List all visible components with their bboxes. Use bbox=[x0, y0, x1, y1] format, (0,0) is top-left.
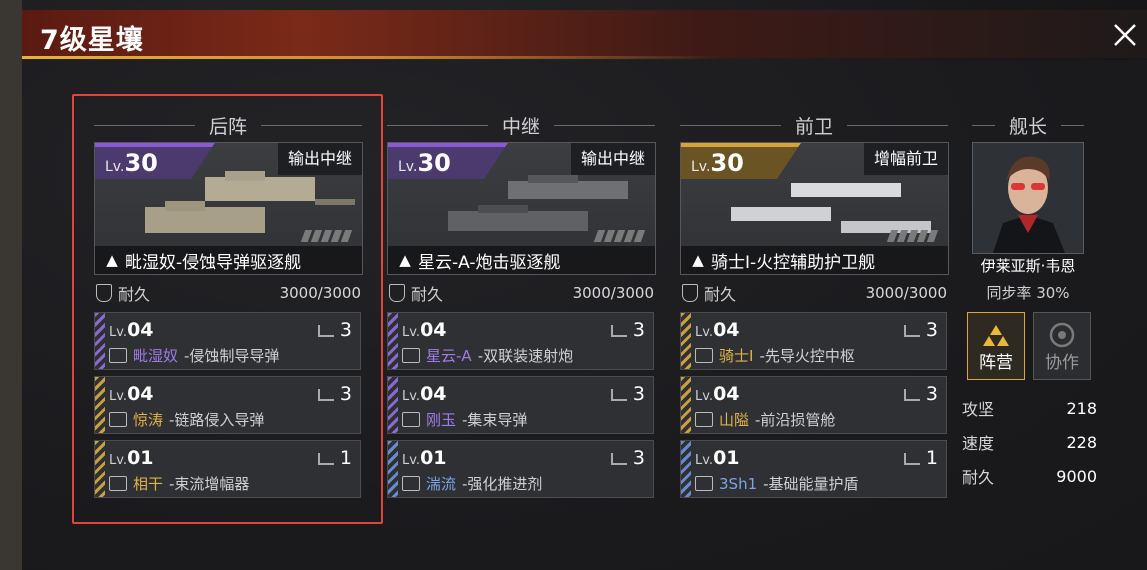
durability-label: 耐久 bbox=[411, 285, 444, 304]
module-slot[interactable]: Lv.01 3 湍流 -强化推进剂 bbox=[387, 440, 654, 498]
ship-card[interactable]: Lv.30 输出中继 ▲ 星云-A-炮击驱逐舰 bbox=[387, 142, 656, 275]
shield-icon bbox=[389, 284, 405, 302]
module-level: Lv.04 bbox=[695, 383, 740, 405]
durability-row: 耐久 3000/3000 bbox=[680, 282, 947, 304]
close-button[interactable] bbox=[1110, 20, 1140, 50]
module-level: Lv.01 bbox=[402, 447, 447, 469]
selection-highlight bbox=[72, 94, 383, 524]
rarity-stripe bbox=[681, 441, 691, 497]
rank-icon: ▲ bbox=[692, 251, 704, 269]
stat-value: 9000 bbox=[1056, 466, 1097, 486]
column-header-relay: 中继 bbox=[387, 114, 656, 138]
module-count: 1 bbox=[903, 447, 938, 469]
signal-icon bbox=[610, 389, 627, 401]
module-icon bbox=[695, 476, 713, 491]
module-count: 3 bbox=[903, 383, 938, 405]
column-header-captain: 舰长 bbox=[972, 114, 1085, 138]
module-level: Lv.04 bbox=[402, 383, 447, 405]
rarity-stripe bbox=[388, 313, 398, 369]
column-title: 前卫 bbox=[795, 115, 834, 138]
module-count: 3 bbox=[903, 319, 938, 341]
cooperation-label: 协作 bbox=[1045, 353, 1079, 373]
ship-name: 骑士I-火控辅助护卫舰 bbox=[711, 252, 876, 273]
module-slot[interactable]: Lv.04 3 星云-A -双联装速射炮 bbox=[387, 312, 654, 370]
stat-row: 耐久 9000 bbox=[962, 464, 1097, 488]
stat-label: 攻坚 bbox=[962, 400, 995, 419]
module-slot[interactable]: Lv.04 3 刚玉 -集束导弹 bbox=[387, 376, 654, 434]
window-title: 7级星壤 bbox=[40, 25, 144, 56]
durability-label: 耐久 bbox=[704, 285, 737, 304]
ship-name-bar: ▲ 星云-A-炮击驱逐舰 bbox=[388, 246, 655, 274]
camp-label: 阵营 bbox=[979, 353, 1013, 373]
module-name: 刚玉 -集束导弹 bbox=[402, 409, 527, 430]
durability-value: 3000/3000 bbox=[572, 284, 654, 302]
rarity-stripe bbox=[388, 441, 398, 497]
signal-icon bbox=[610, 453, 627, 465]
ship-name: 星云-A-炮击驱逐舰 bbox=[418, 252, 561, 273]
upgrade-bars bbox=[593, 230, 646, 242]
module-count: 3 bbox=[610, 447, 645, 469]
window-edge bbox=[0, 0, 22, 570]
ship-name-bar: ▲ 骑士I-火控辅助护卫舰 bbox=[681, 246, 948, 274]
module-slot[interactable]: Lv.04 3 骑士I -先导火控中枢 bbox=[680, 312, 947, 370]
captain-portrait[interactable] bbox=[972, 142, 1084, 254]
ship-card[interactable]: Lv.30 增幅前卫 ▲ 骑士I-火控辅助护卫舰 bbox=[680, 142, 949, 275]
module-level: Lv.04 bbox=[695, 319, 740, 341]
signal-icon bbox=[903, 325, 920, 337]
column-title: 中继 bbox=[502, 115, 541, 138]
durability-value: 3000/3000 bbox=[865, 284, 947, 302]
module-name: 星云-A -双联装速射炮 bbox=[402, 345, 573, 366]
captain-name: 伊莱亚斯·韦恩 bbox=[980, 257, 1076, 275]
module-icon bbox=[402, 476, 420, 491]
module-level: Lv.04 bbox=[402, 319, 447, 341]
module-level: Lv.01 bbox=[695, 447, 740, 469]
signal-icon bbox=[610, 325, 627, 337]
weapon-icon bbox=[402, 412, 420, 427]
module-name: 骑士I -先导火控中枢 bbox=[695, 345, 855, 366]
sync-rate: 同步率 30% bbox=[986, 284, 1070, 302]
module-count: 3 bbox=[610, 383, 645, 405]
weapon-icon bbox=[402, 348, 420, 363]
camp-button[interactable]: 阵营 bbox=[967, 312, 1025, 380]
cooperation-button[interactable]: 协作 bbox=[1033, 312, 1091, 380]
stat-value: 218 bbox=[1066, 398, 1097, 418]
stat-value: 228 bbox=[1066, 432, 1097, 452]
rarity-stripe bbox=[681, 313, 691, 369]
upgrade-bars bbox=[886, 230, 939, 242]
module-slot[interactable]: Lv.04 3 山隘 -前沿损管舱 bbox=[680, 376, 947, 434]
rarity-stripe bbox=[388, 377, 398, 433]
avatar bbox=[973, 143, 1083, 253]
durability-row: 耐久 3000/3000 bbox=[387, 282, 654, 304]
module-icon bbox=[695, 348, 713, 363]
shield-icon bbox=[682, 284, 698, 302]
rank-icon: ▲ bbox=[399, 251, 411, 269]
stat-row: 速度 228 bbox=[962, 430, 1097, 454]
module-count: 3 bbox=[610, 319, 645, 341]
column-title: 舰长 bbox=[1009, 115, 1048, 138]
stat-row: 攻坚 218 bbox=[962, 396, 1097, 420]
signal-icon bbox=[903, 389, 920, 401]
module-name: 山隘 -前沿损管舱 bbox=[695, 409, 835, 430]
rarity-stripe bbox=[681, 377, 691, 433]
stat-label: 速度 bbox=[962, 434, 995, 453]
module-slot[interactable]: Lv.01 1 3Sh1 -基础能量护盾 bbox=[680, 440, 947, 498]
module-name: 湍流 -强化推进剂 bbox=[402, 473, 542, 494]
signal-icon bbox=[903, 453, 920, 465]
stat-label: 耐久 bbox=[962, 468, 995, 487]
title-bar bbox=[22, 10, 1147, 58]
column-header-vanguard: 前卫 bbox=[680, 114, 949, 138]
module-icon bbox=[695, 412, 713, 427]
close-icon bbox=[1114, 24, 1136, 46]
module-name: 3Sh1 -基础能量护盾 bbox=[695, 473, 859, 494]
